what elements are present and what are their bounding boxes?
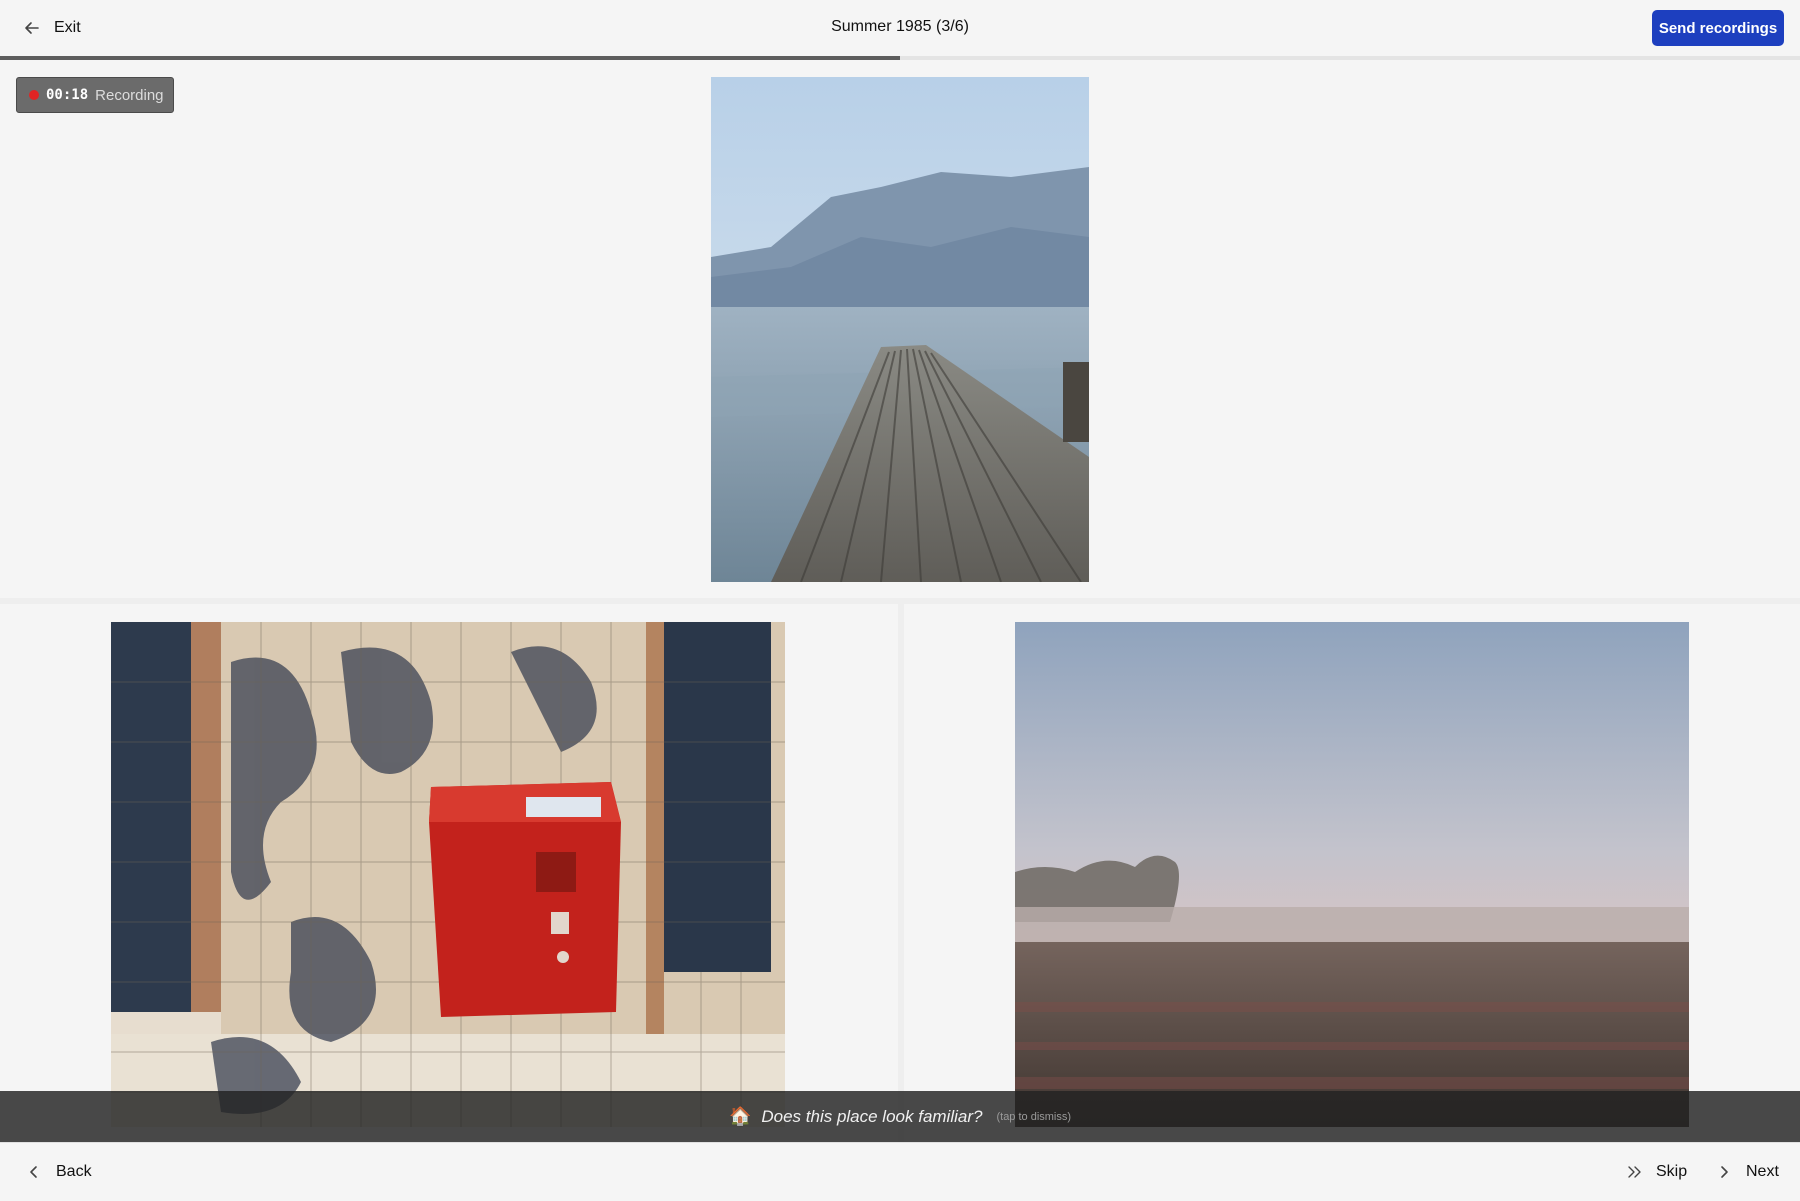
vertical-divider <box>898 604 904 1144</box>
page-title: Summer 1985 (3/6) <box>831 18 969 35</box>
lake-dock-photo[interactable] <box>711 77 1089 582</box>
back-button[interactable]: Back <box>26 1160 92 1184</box>
recording-badge: 00:18 Recording <box>16 77 174 113</box>
dismiss-hint: (tap to dismiss) <box>996 1110 1072 1123</box>
skip-label: Skip <box>1656 1163 1688 1180</box>
prompt-question: Does this place look familiar? <box>761 1106 983 1126</box>
next-button[interactable]: Next <box>1716 1160 1779 1184</box>
top-bar: Exit Summer 1985 (3/6) Send recordings <box>0 0 1800 57</box>
house-icon: 🏠 <box>728 1106 752 1126</box>
red-mailbox-photo[interactable] <box>111 622 785 1127</box>
progress-fill <box>0 56 900 60</box>
chevron-right-icon <box>1721 1166 1728 1178</box>
skip-button[interactable]: Skip <box>1626 1160 1687 1184</box>
send-recordings-button[interactable]: Send recordings <box>1652 10 1784 46</box>
exit-label: Exit <box>54 19 81 36</box>
familiar-place-prompt[interactable]: 🏠 Does this place look familiar? (tap to… <box>0 1091 1800 1142</box>
recording-label: Recording <box>95 86 164 104</box>
next-label: Next <box>1746 1163 1779 1180</box>
progress-bar <box>0 56 1800 60</box>
chevron-left-icon <box>30 1166 37 1178</box>
misty-field-photo[interactable] <box>1015 622 1689 1127</box>
bottom-bar: Back Skip Next <box>0 1142 1800 1201</box>
recording-dot-icon <box>29 90 39 100</box>
arrow-left-icon <box>25 22 39 34</box>
recording-timer: 00:18 <box>46 87 89 103</box>
exit-button[interactable]: Exit <box>24 14 81 42</box>
back-label: Back <box>56 1163 92 1180</box>
double-chevron-right-icon <box>1628 1166 1641 1178</box>
